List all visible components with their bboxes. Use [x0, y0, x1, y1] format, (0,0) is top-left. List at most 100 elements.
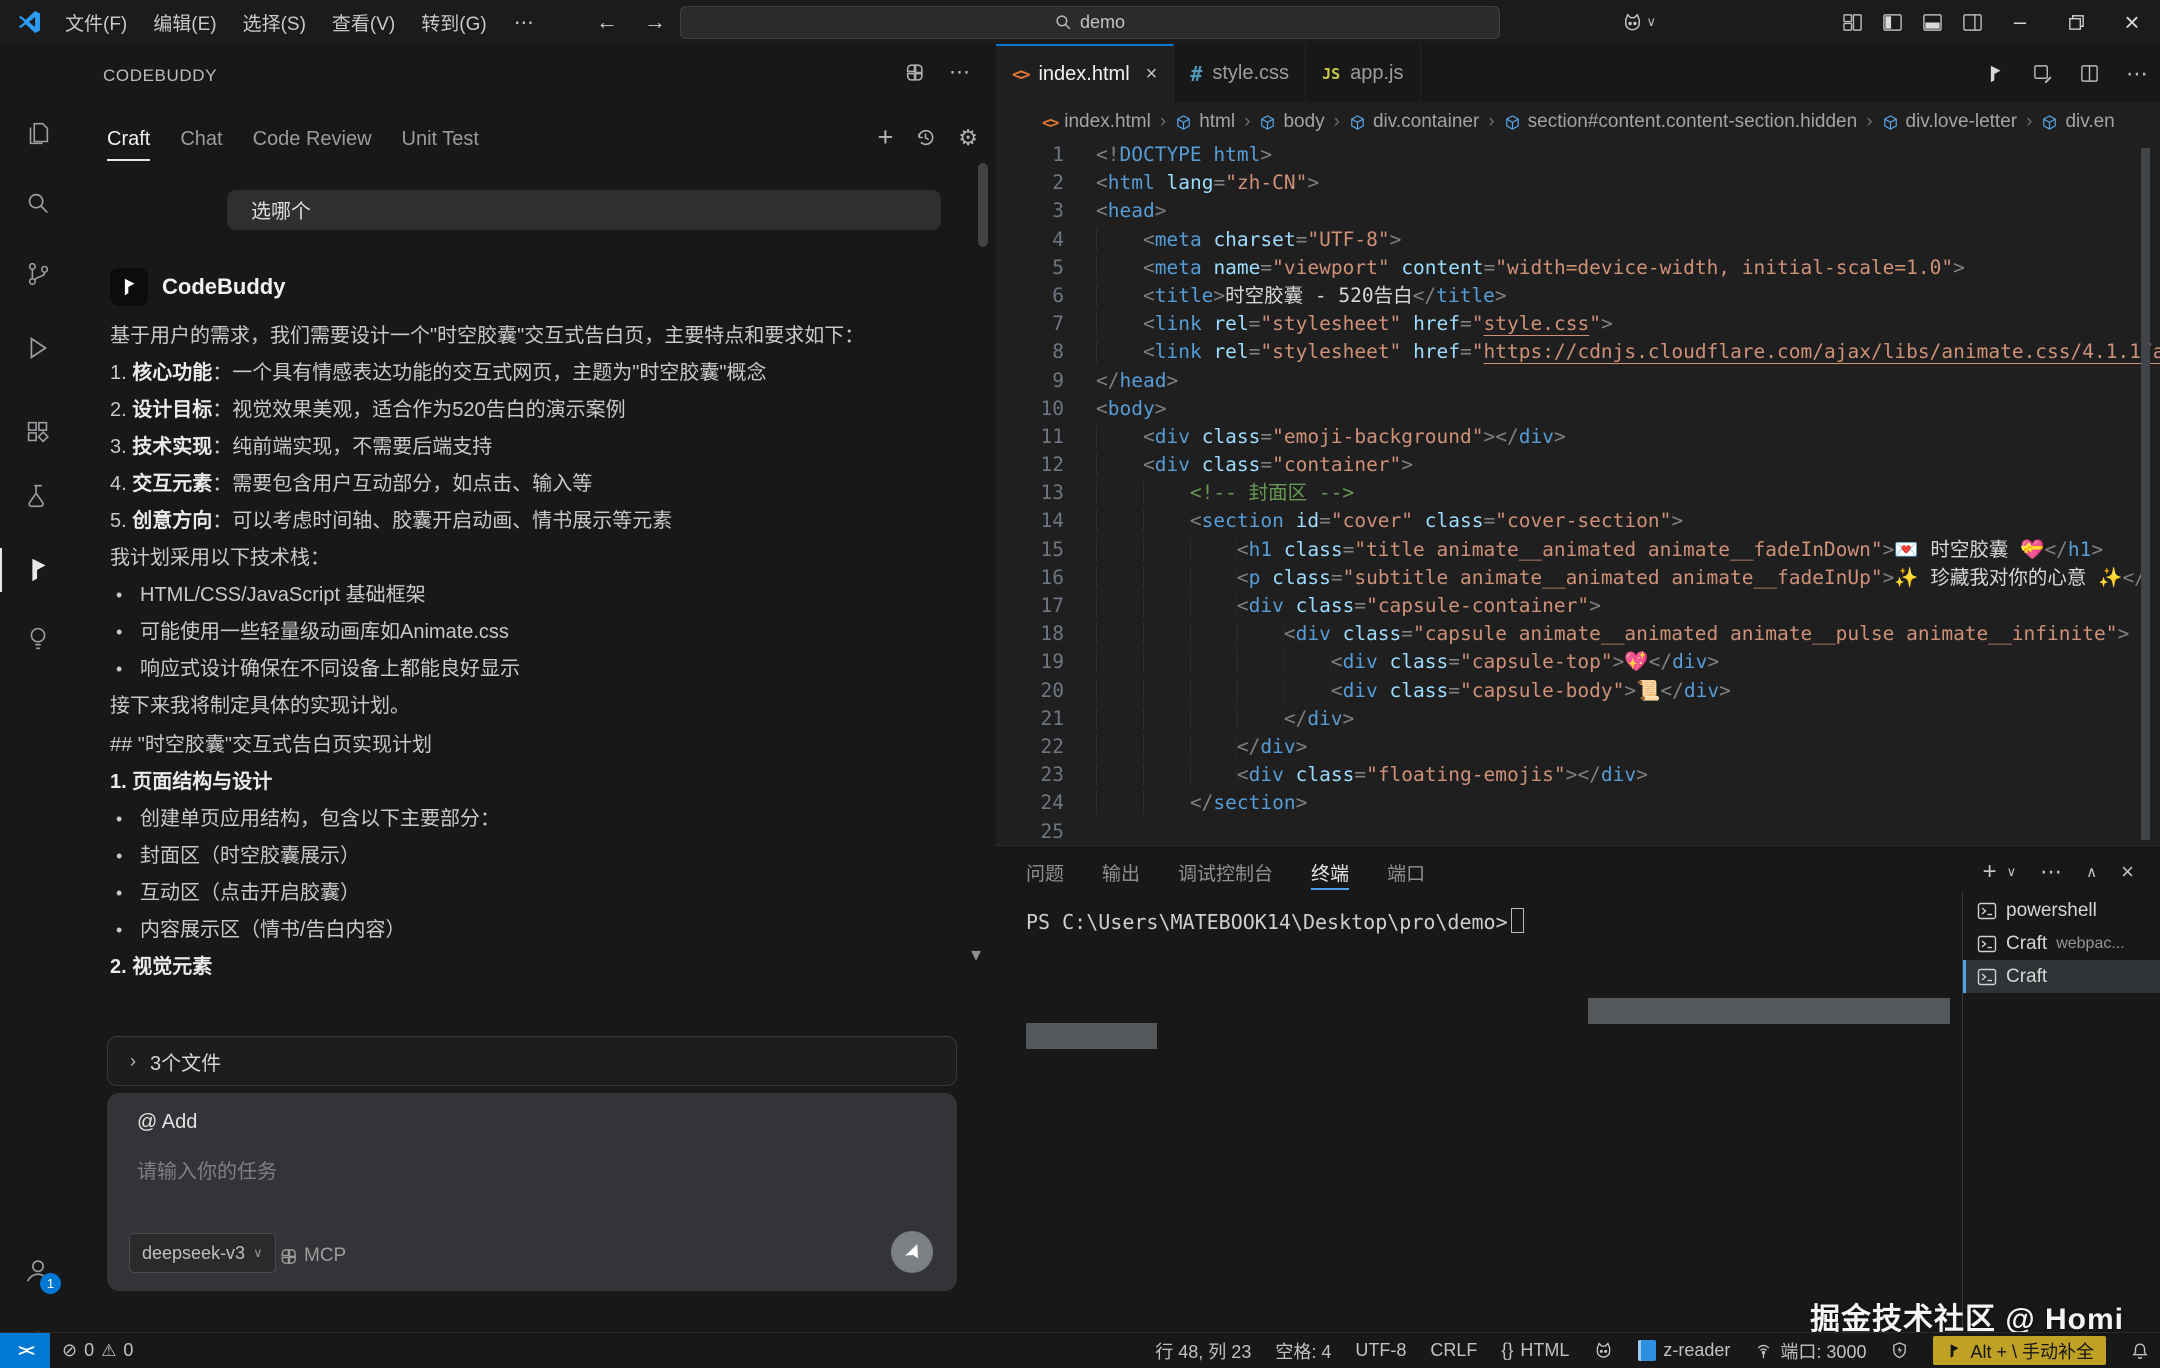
chat-bullet-item: •内容展示区（情书/告白内容）: [110, 916, 920, 945]
menu-item[interactable]: 编辑(E): [140, 0, 229, 44]
terminal-dropdown-icon[interactable]: ∨: [2007, 864, 2017, 880]
toggle-panel-icon[interactable]: [1912, 0, 1952, 44]
restore-button[interactable]: [2048, 0, 2104, 44]
notifications-bell-icon[interactable]: [2130, 1341, 2150, 1361]
line-number: 14: [996, 507, 1064, 535]
breadcrumb-item[interactable]: div.love-letter: [1882, 111, 2018, 133]
mcp-button[interactable]: MCP: [279, 1245, 346, 1267]
code-editor[interactable]: 1<!DOCTYPE html>2<html lang="zh-CN">3<he…: [996, 141, 2160, 845]
chevron-down-icon[interactable]: ∨: [1646, 14, 1656, 30]
shield-status-icon[interactable]: [1890, 1341, 1909, 1360]
code-text: </div>: [1064, 705, 1354, 733]
float-window-icon[interactable]: [904, 62, 925, 83]
terminal-list-item-craft[interactable]: Craftwebpac...: [1963, 927, 2160, 960]
breadcrumb-item[interactable]: div.container: [1349, 111, 1479, 133]
html-file-icon: <>: [1012, 65, 1028, 85]
completion-toggle[interactable]: Alt + \ 手动补全: [1933, 1336, 2106, 1365]
breadcrumb-item[interactable]: section#content.content-section.hidden: [1504, 111, 1858, 133]
editor-scrollbar[interactable]: [2141, 148, 2150, 840]
customize-layout-icon[interactable]: [1832, 0, 1872, 44]
add-context-button[interactable]: @ Add: [137, 1111, 197, 1134]
breadcrumb-item[interactable]: html: [1175, 111, 1235, 133]
new-session-icon[interactable]: +: [877, 122, 893, 153]
maximize-panel-icon[interactable]: ∧: [2086, 863, 2097, 881]
tab-style-css[interactable]: # style.css: [1174, 44, 1306, 103]
menu-item[interactable]: 选择(S): [230, 0, 319, 44]
run-debug-icon[interactable]: [0, 322, 76, 374]
code-line: 16 <p class="subtitle animate__animated …: [996, 564, 2160, 592]
codebuddy-sidebar-icon[interactable]: [0, 544, 76, 596]
send-button[interactable]: [891, 1231, 933, 1273]
bullet-dot: •: [116, 879, 122, 908]
tab-app-js[interactable]: JS app.js: [1306, 44, 1420, 103]
close-tab-icon[interactable]: ×: [1146, 63, 1158, 86]
panel-tab-终端[interactable]: 终端: [1311, 846, 1349, 898]
breadcrumb-separator-icon: ›: [1488, 111, 1494, 133]
indentation[interactable]: 空格: 4: [1275, 1338, 1331, 1364]
problems-status[interactable]: ⊘0 ⚠0: [62, 1340, 133, 1361]
tab-index-html[interactable]: <> index.html ×: [996, 44, 1174, 103]
scroll-down-icon[interactable]: ▾: [971, 942, 981, 967]
menu-item[interactable]: 转到(G): [408, 0, 499, 44]
panel-tab-问题[interactable]: 问题: [1026, 846, 1064, 898]
search-sidebar-icon[interactable]: [0, 178, 76, 230]
toggle-sidebar-icon[interactable]: [1872, 0, 1912, 44]
history-icon[interactable]: [915, 127, 936, 148]
codebuddy-action-icon[interactable]: [1984, 63, 2006, 85]
sidebar-settings-icon[interactable]: ⚙: [958, 125, 978, 151]
port-status[interactable]: 端口: 3000: [1754, 1338, 1866, 1364]
lightbulb-icon[interactable]: [0, 612, 76, 664]
breadcrumb-item[interactable]: body: [1259, 111, 1324, 133]
menu-item[interactable]: 查看(V): [319, 0, 408, 44]
command-search-input[interactable]: demo: [680, 6, 1500, 39]
cursor-position[interactable]: 行 48, 列 23: [1155, 1338, 1251, 1364]
task-input-placeholder[interactable]: 请输入你的任务: [137, 1155, 277, 1184]
split-editor-search-icon[interactable]: [2032, 63, 2053, 84]
terminal-list-item-powershell[interactable]: powershell: [1963, 894, 2160, 927]
encoding[interactable]: UTF-8: [1355, 1340, 1406, 1361]
source-control-icon[interactable]: [0, 248, 76, 300]
code-line: 13 <!-- 封面区 -->: [996, 479, 2160, 507]
panel-tab-调试控制台[interactable]: 调试控制台: [1178, 846, 1273, 898]
new-terminal-icon[interactable]: +: [1983, 858, 1997, 886]
codebuddy-status-icon[interactable]: [1593, 1340, 1614, 1361]
breadcrumb-item[interactable]: div.en: [2041, 111, 2114, 133]
close-panel-icon[interactable]: ×: [2121, 859, 2134, 885]
explorer-icon[interactable]: [0, 108, 76, 160]
eol-sequence[interactable]: CRLF: [1430, 1340, 1477, 1361]
minimize-button[interactable]: –: [1992, 0, 2048, 44]
code-text: </div>: [1064, 733, 1307, 761]
nav-forward-icon[interactable]: →: [644, 9, 666, 35]
terminal-output[interactable]: PS C:\Users\MATEBOOK14\Desktop\pro\demo>: [1026, 908, 1524, 934]
split-editor-icon[interactable]: [2079, 63, 2100, 84]
chat-scrollbar[interactable]: [978, 163, 988, 247]
remote-indicator[interactable]: ><: [0, 1333, 50, 1368]
testing-beaker-icon[interactable]: [0, 470, 76, 522]
files-summary-collapsible[interactable]: › 3个文件: [107, 1036, 957, 1086]
terminal-list-item-craft[interactable]: Craft: [1963, 960, 2160, 993]
chat-paragraph: 1. 核心功能：一个具有情感表达功能的交互式网页，主题为"时空胶囊"概念: [110, 359, 920, 388]
agent-name: CodeBuddy: [162, 274, 285, 300]
vscode-window: 文件(F)编辑(E)选择(S)查看(V)转到(G) ⋯ ← → demo ∨: [0, 0, 2160, 1368]
menu-more-icon[interactable]: ⋯: [500, 10, 548, 35]
code-line: 25: [996, 818, 2160, 846]
z-reader-status[interactable]: z-reader: [1638, 1340, 1730, 1361]
model-selector[interactable]: deepseek-v3 ∨: [129, 1233, 276, 1273]
breadcrumb-item[interactable]: <>index.html: [1042, 111, 1151, 133]
language-mode[interactable]: {} HTML: [1501, 1340, 1569, 1361]
panel-tab-端口[interactable]: 端口: [1387, 846, 1425, 898]
extensions-icon[interactable]: [0, 406, 76, 458]
toggle-secondary-sidebar-icon[interactable]: [1952, 0, 1992, 44]
close-window-button[interactable]: ×: [2104, 0, 2160, 44]
account-icon[interactable]: 1: [0, 1244, 76, 1296]
line-number: 5: [996, 254, 1064, 282]
editor-more-actions-icon[interactable]: ⋯: [2126, 61, 2148, 87]
nav-back-icon[interactable]: ←: [596, 9, 618, 35]
more-actions-icon[interactable]: ⋯: [949, 60, 970, 85]
panel-more-icon[interactable]: ⋯: [2040, 859, 2062, 885]
code-text: <p class="subtitle animate__animated ani…: [1064, 564, 2146, 592]
line-number: 25: [996, 818, 1064, 846]
menu-item[interactable]: 文件(F): [52, 0, 140, 44]
task-composer[interactable]: @ Add 请输入你的任务 deepseek-v3 ∨ MCP: [107, 1093, 957, 1291]
panel-tab-输出[interactable]: 输出: [1102, 846, 1140, 898]
